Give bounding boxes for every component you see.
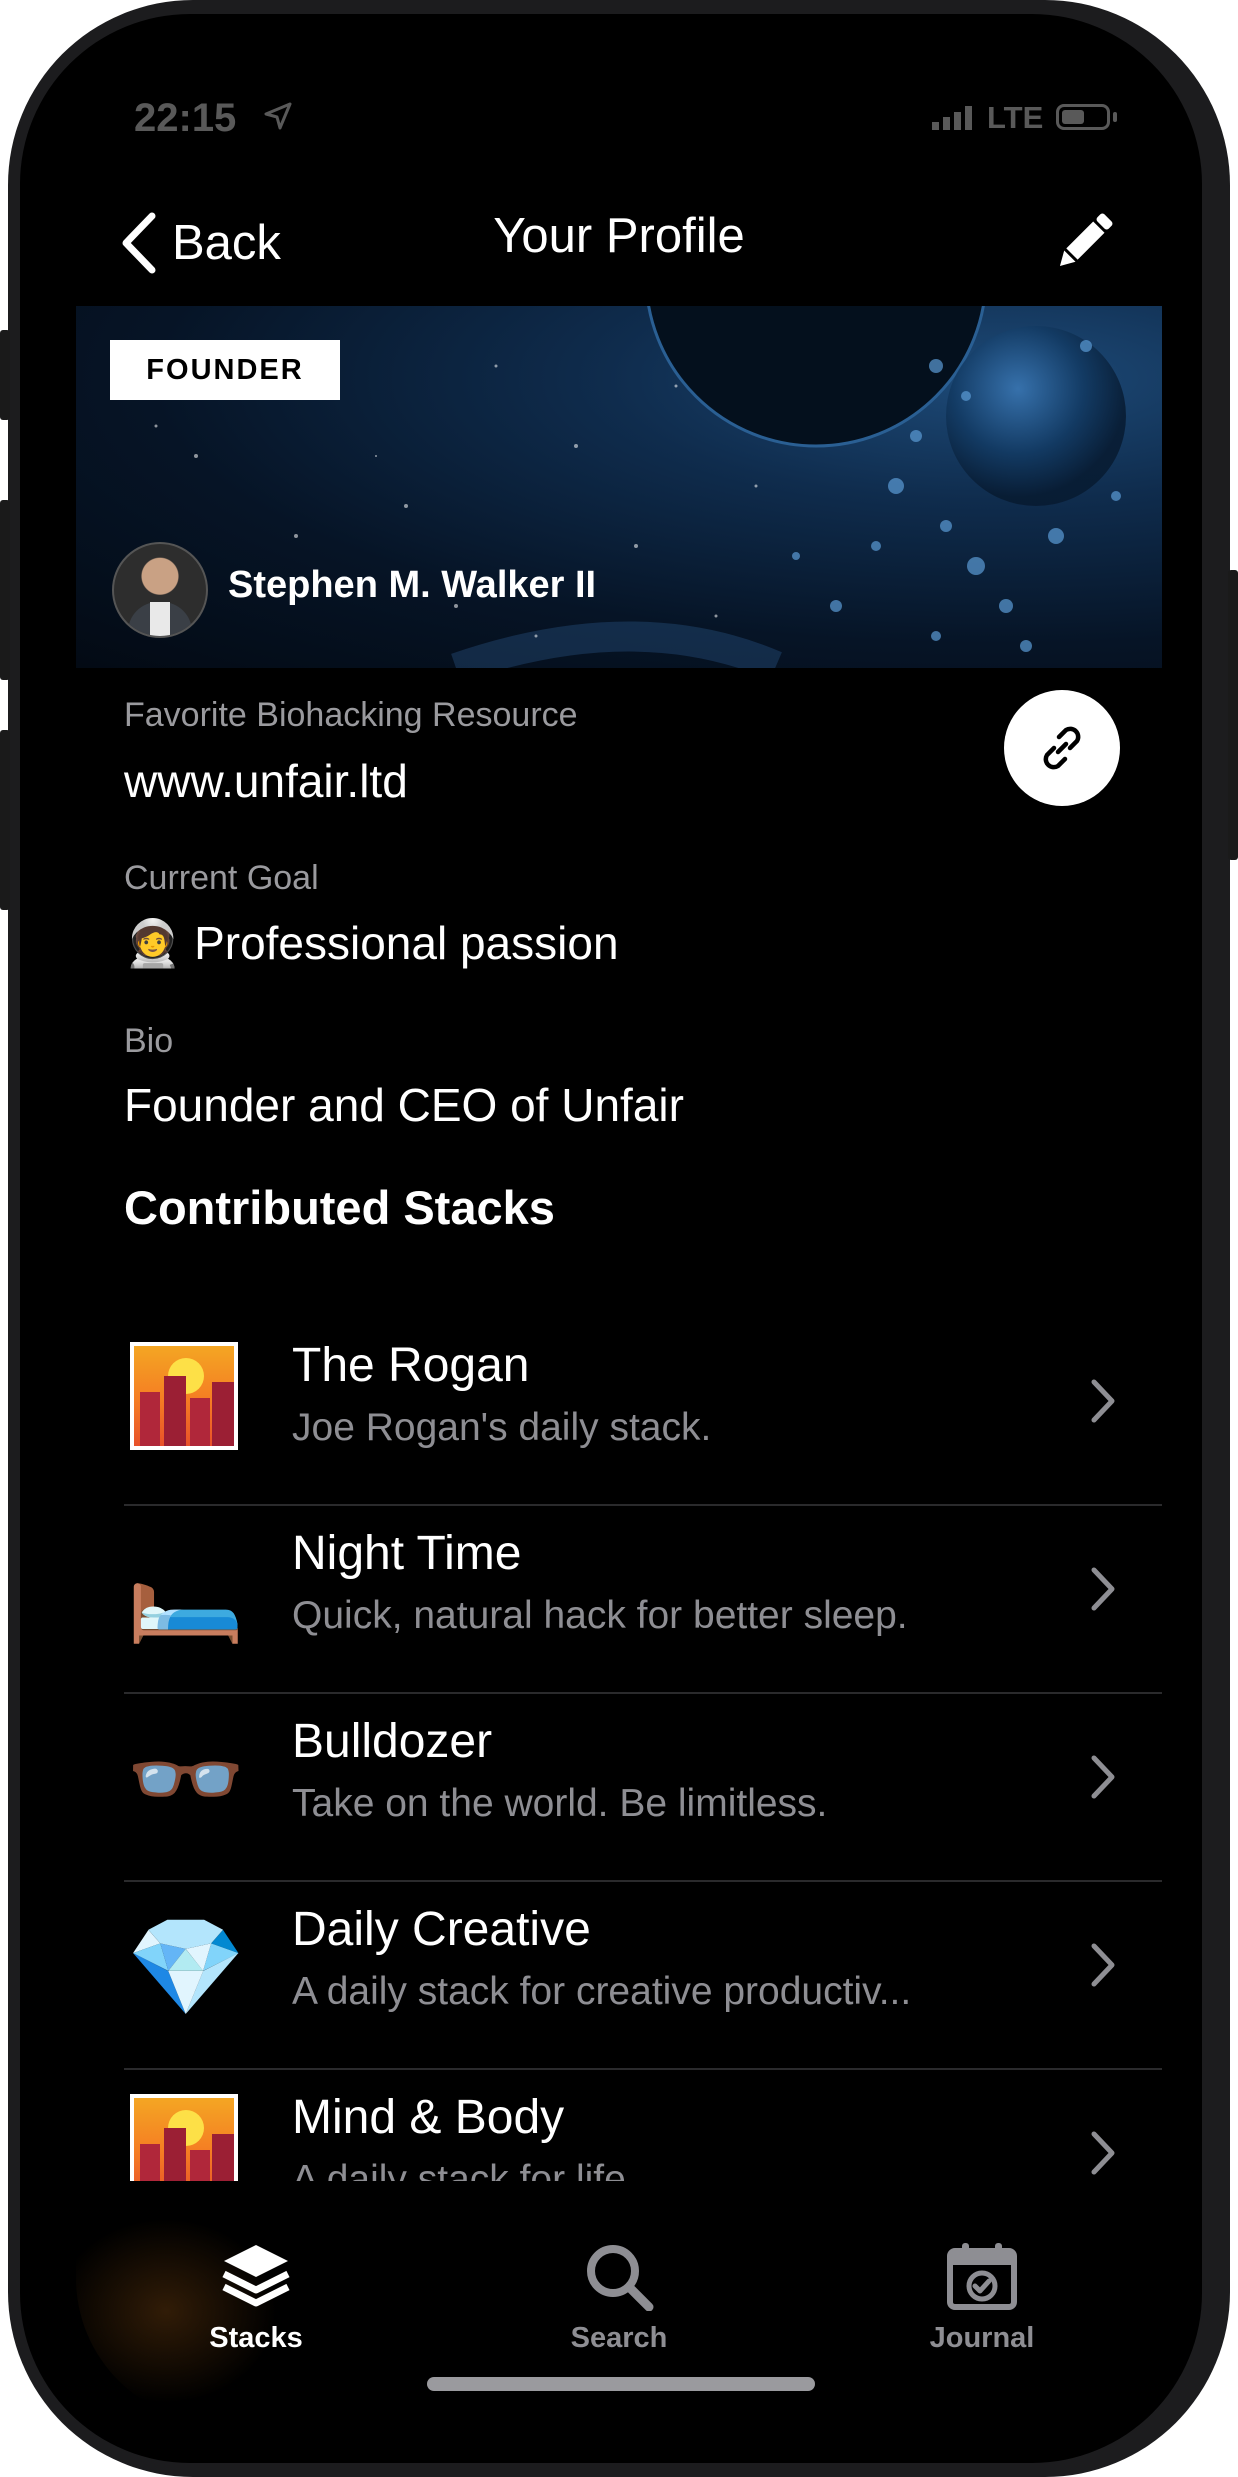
edit-pencil-icon[interactable] xyxy=(1048,206,1120,278)
city-sunset-icon xyxy=(130,1342,238,1450)
link-icon xyxy=(1043,726,1081,770)
mute-switch xyxy=(0,330,10,420)
stack-title: Mind & Body xyxy=(292,2091,565,2144)
stack-title: Night Time xyxy=(292,1527,522,1580)
stack-list: The Rogan Joe Rogan's daily stack. 🛏️ Ni… xyxy=(124,1318,1162,2256)
battery-icon xyxy=(1056,104,1110,130)
list-item[interactable]: 💎 Daily Creative A daily stack for creat… xyxy=(124,1882,1162,2070)
battery-tip xyxy=(1113,112,1117,122)
search-icon xyxy=(587,2245,654,2312)
goal-value-row: 🧑‍🚀 Professional passion xyxy=(124,916,619,971)
profile-name: Stephen M. Walker II xyxy=(228,564,597,606)
stack-title: The Rogan xyxy=(292,1339,530,1392)
stack-description: Joe Rogan's daily stack. xyxy=(292,1406,712,1449)
page-title: Your Profile xyxy=(493,209,745,263)
volume-down-button xyxy=(0,730,10,910)
glasses-icon: 👓 xyxy=(126,1726,246,1833)
stack-description: Take on the world. Be limitless. xyxy=(292,1782,828,1825)
stack-title: Bulldozer xyxy=(292,1715,493,1768)
status-time: 22:15 xyxy=(134,96,237,140)
location-arrow-icon xyxy=(264,102,292,130)
profile-banner: FOUNDER Stephen M. Walker II xyxy=(76,306,1162,668)
bio-value: Founder and CEO of Unfair xyxy=(124,1079,684,1131)
list-item[interactable]: 👓 Bulldozer Take on the world. Be limitl… xyxy=(124,1694,1162,1882)
founder-badge: FOUNDER xyxy=(110,340,340,400)
screen: 22:15 LTE Back Your Profile FOUNDER Step… xyxy=(76,56,1162,2423)
tab-search[interactable]: Search xyxy=(519,2241,719,2355)
network-type: LTE xyxy=(987,100,1044,135)
bed-icon: 🛏️ xyxy=(126,1538,246,1645)
tab-label: Journal xyxy=(929,2322,1035,2354)
power-button xyxy=(1228,570,1238,860)
home-indicator[interactable] xyxy=(427,2377,815,2391)
list-item[interactable]: The Rogan Joe Rogan's daily stack. xyxy=(124,1318,1162,1506)
contributed-stacks-heading: Contributed Stacks xyxy=(124,1181,555,1234)
tab-label: Stacks xyxy=(209,2322,303,2354)
calendar-check-icon xyxy=(947,2243,1017,2310)
signal-icon xyxy=(932,106,972,130)
tab-label: Search xyxy=(570,2322,668,2354)
resource-value[interactable]: www.unfair.ltd xyxy=(124,754,408,808)
stack-description: A daily stack for creative productiv... xyxy=(292,1970,912,2013)
goal-label: Current Goal xyxy=(124,859,319,897)
list-item[interactable]: 🛏️ Night Time Quick, natural hack for be… xyxy=(124,1506,1162,1694)
chevron-right-icon xyxy=(1091,1943,1115,1987)
stack-description: Quick, natural hack for better sleep. xyxy=(292,1594,908,1637)
avatar[interactable] xyxy=(112,542,208,638)
tab-stacks[interactable]: Stacks xyxy=(156,2241,356,2355)
resource-label: Favorite Biohacking Resource xyxy=(124,696,578,734)
chevron-right-icon xyxy=(1091,2131,1115,2175)
chevron-right-icon xyxy=(1091,1379,1115,1423)
layers-icon xyxy=(222,2245,290,2307)
goal-emoji: 🧑‍🚀 xyxy=(124,917,182,969)
open-link-button[interactable] xyxy=(1004,690,1120,806)
goal-value: Professional passion xyxy=(194,917,619,969)
tab-journal[interactable]: Journal xyxy=(882,2241,1082,2355)
stack-title: Daily Creative xyxy=(292,1903,591,1956)
volume-up-button xyxy=(0,500,10,680)
chevron-right-icon xyxy=(1091,1567,1115,1611)
chevron-right-icon xyxy=(1091,1755,1115,1799)
gem-icon: 💎 xyxy=(126,1914,246,2021)
bio-label: Bio xyxy=(124,1022,174,1060)
notch xyxy=(330,56,908,152)
